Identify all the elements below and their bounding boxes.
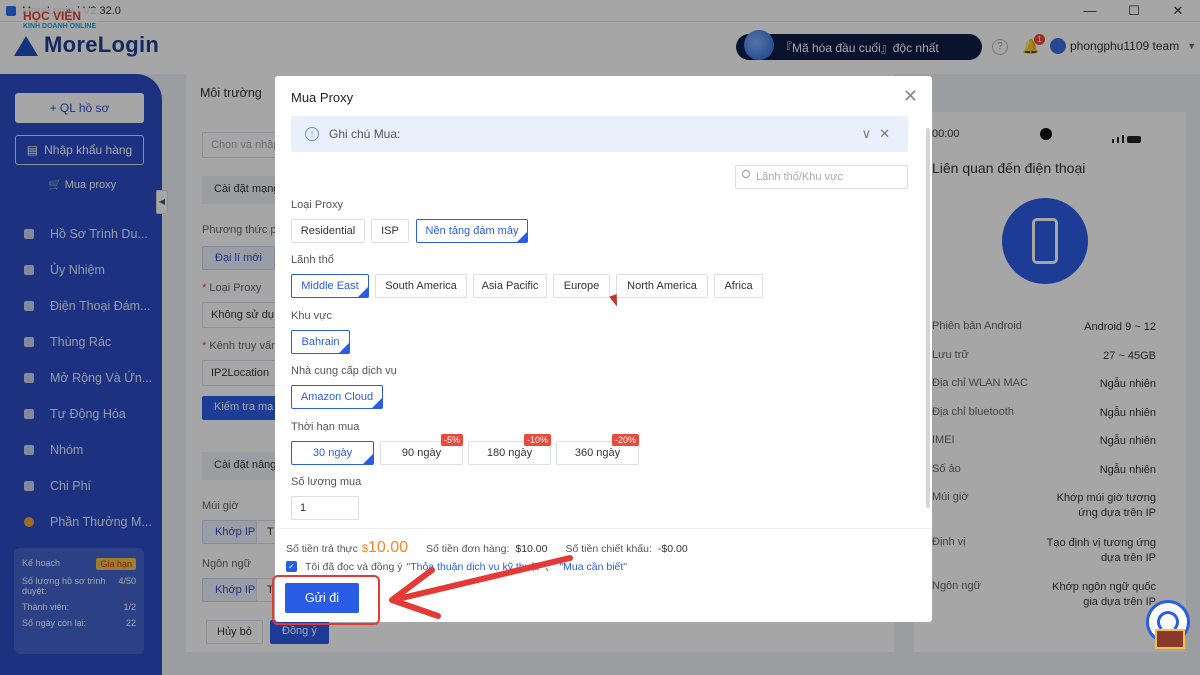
duration-label: 90 ngày	[401, 447, 442, 459]
discount-badge: -5%	[440, 434, 463, 446]
quantity-input[interactable]: 1	[291, 496, 359, 520]
territory-europe[interactable]: Europe	[553, 274, 610, 298]
info-icon: !	[305, 127, 319, 141]
territory-search-input[interactable]: Lãnh thổ/Khu vực	[735, 165, 908, 189]
territory-south-america[interactable]: South America	[375, 274, 467, 298]
provider-label: Nhà cung cấp dịch vụ	[291, 365, 397, 377]
proxy-type-residential[interactable]: Residential	[291, 219, 365, 243]
note-text: Ghi chú Mua:	[329, 127, 401, 141]
discount-badge: -20%	[611, 434, 639, 446]
customer-support-icon[interactable]	[1146, 600, 1190, 649]
territory-north-america[interactable]: North America	[616, 274, 708, 298]
duration-360-days[interactable]: 360 ngày -20%	[556, 434, 639, 465]
duration-label: 360 ngày	[574, 447, 621, 459]
territory-africa[interactable]: Africa	[714, 274, 763, 298]
territory-label: Lãnh thổ	[291, 254, 334, 266]
search-icon	[742, 170, 750, 178]
territory-middle-east[interactable]: Middle East	[291, 274, 369, 298]
discount-amount: -$0.00	[657, 543, 688, 555]
agree-checkbox[interactable]: ✓	[286, 561, 297, 572]
actual-amount-label: Số tiền trả thực	[286, 543, 358, 555]
dialog-scrollbar[interactable]	[926, 128, 930, 508]
proxy-type-isp[interactable]: ISP	[371, 219, 409, 243]
purchase-note: ! Ghi chú Mua: ∨✕	[291, 116, 908, 152]
duration-90-days[interactable]: 90 ngày -5%	[380, 434, 463, 465]
buy-proxy-dialog: Mua Proxy ✕ ! Ghi chú Mua: ∨✕ Lãnh thổ/K…	[272, 76, 932, 625]
duration-label: Thời hạn mua	[291, 421, 360, 433]
provider-amazon-cloud[interactable]: Amazon Cloud	[291, 385, 383, 409]
close-icon[interactable]: ✕	[903, 86, 918, 107]
highlight-box: Gửi đi	[272, 575, 380, 625]
badge-icon	[1155, 629, 1185, 649]
region-label: Khu vực	[291, 310, 332, 322]
territory-asia-pacific[interactable]: Asia Pacific	[473, 274, 547, 298]
annotation-arrow	[389, 555, 573, 619]
quantity-label: Số lượng mua	[291, 476, 362, 488]
dialog-footer: Số tiền trả thực $10.00 Số tiền đơn hàng…	[272, 528, 932, 625]
discount-badge: -10%	[523, 434, 551, 446]
proxy-type-label: Loại Proxy	[291, 199, 343, 211]
duration-30-days[interactable]: 30 ngày	[291, 441, 374, 465]
region-bahrain[interactable]: Bahrain	[291, 330, 350, 354]
search-placeholder: Lãnh thổ/Khu vực	[756, 171, 843, 183]
duration-180-days[interactable]: 180 ngày -10%	[468, 434, 551, 465]
dialog-title: Mua Proxy	[291, 90, 354, 105]
note-controls[interactable]: ∨✕	[862, 126, 898, 142]
proxy-type-cloud[interactable]: Nền tảng đám mây	[416, 219, 528, 243]
duration-label: 180 ngày	[486, 447, 533, 459]
submit-button[interactable]: Gửi đi	[285, 583, 359, 613]
